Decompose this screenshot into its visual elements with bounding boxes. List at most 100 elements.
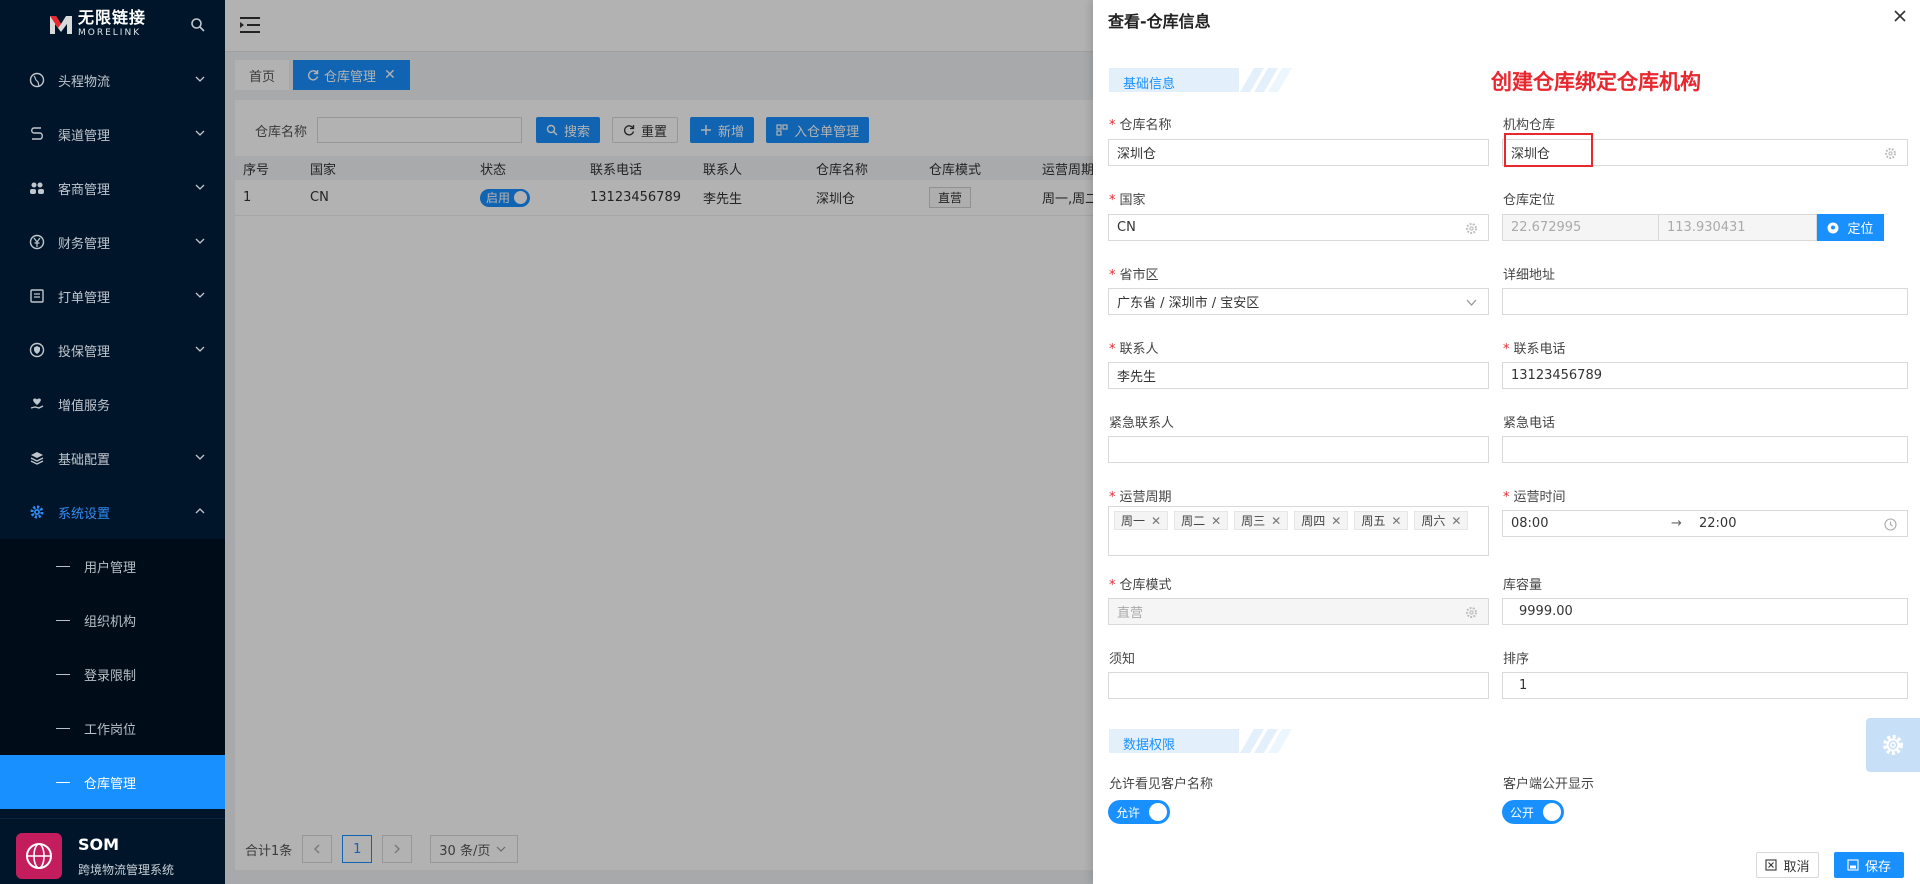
sidebar-item-label: 渠道管理 xyxy=(58,128,111,144)
contact-field[interactable]: 李先生 xyxy=(1108,362,1489,389)
logo-mark-icon xyxy=(50,16,72,34)
mode-label: * 仓库模式 xyxy=(1109,578,1172,593)
system-name: SOM xyxy=(78,835,120,854)
cancel-button[interactable]: 取消 xyxy=(1756,852,1819,878)
sidebar: 无限链接 MORELINK 头程物流 渠道管理 客商管理 财务管理 打单管理 投… xyxy=(0,0,225,884)
sidebar-subitem-warehouse-management[interactable]: 仓库管理 xyxy=(0,755,225,809)
sidebar-subitem-organization[interactable]: 组织机构 xyxy=(0,593,225,647)
cycle-label: * 运营周期 xyxy=(1109,490,1172,505)
system-subtitle: 跨境物流管理系统 xyxy=(78,863,175,877)
label-text: 联系人 xyxy=(1119,342,1159,357)
sidebar-item-label: 头程物流 xyxy=(58,74,111,90)
region-cascader[interactable]: 广东省 / 深圳市 / 宝安区 xyxy=(1108,288,1489,315)
emergency-contact-label: 紧急联系人 xyxy=(1109,416,1175,431)
close-icon[interactable]: ✕ xyxy=(1271,514,1281,528)
cycle-tag-label: 周四 xyxy=(1301,514,1326,528)
sort-label: 排序 xyxy=(1503,652,1530,667)
printer-icon xyxy=(28,287,46,305)
system-logo xyxy=(16,833,62,879)
hours-start: 08:00 xyxy=(1511,516,1549,531)
latitude-field: 22.672995 xyxy=(1502,214,1659,241)
notice-label: 须知 xyxy=(1109,652,1136,667)
system-settings-submenu: 用户管理 组织机构 登录限制 工作岗位 仓库管理 xyxy=(0,539,225,809)
sidebar-item-customer-management[interactable]: 客商管理 xyxy=(0,161,225,215)
label-text: 运营时间 xyxy=(1513,490,1566,505)
chevron-down-icon xyxy=(195,184,205,190)
close-icon[interactable]: ✕ xyxy=(1391,514,1401,528)
settings-icon[interactable] xyxy=(1884,147,1897,160)
brand-logo[interactable]: 无限链接 MORELINK xyxy=(0,0,225,50)
public-display-label: 客户端公开显示 xyxy=(1503,777,1595,792)
locate-button[interactable]: 定位 xyxy=(1817,214,1884,241)
shield-icon xyxy=(28,341,46,359)
heart-hand-icon xyxy=(28,395,46,413)
notice-field[interactable] xyxy=(1108,672,1489,699)
capacity-field[interactable]: 9999.00 xyxy=(1502,598,1908,625)
chevron-down-icon xyxy=(195,292,205,298)
close-icon[interactable]: ✕ xyxy=(1211,514,1221,528)
sort-field[interactable]: 1 xyxy=(1502,672,1908,699)
locate-button-label: 定位 xyxy=(1847,222,1874,237)
cycle-tag-label: 周六 xyxy=(1421,514,1446,528)
public-display-switch[interactable]: 公开 xyxy=(1502,800,1564,824)
chevron-down-icon xyxy=(195,76,205,82)
longitude-field: 113.930431 xyxy=(1658,214,1817,241)
settings-icon[interactable] xyxy=(1465,222,1478,235)
sidebar-item-value-added-services[interactable]: 增值服务 xyxy=(0,377,225,431)
sidebar-item-basic-config[interactable]: 基础配置 xyxy=(0,431,225,485)
operating-hours-range[interactable]: 08:00 → 22:00 xyxy=(1502,510,1908,537)
section-title: 数据权限 xyxy=(1123,738,1176,753)
emergency-contact-field[interactable] xyxy=(1108,436,1489,463)
users-icon xyxy=(28,179,46,197)
operating-cycle-select[interactable]: 周一 ✕ 周二 ✕ 周三 ✕ 周四 ✕ 周五 ✕ 周六 ✕ xyxy=(1108,506,1489,556)
sidebar-footer: SOM 跨境物流管理系统 xyxy=(0,818,225,884)
label-text: 联系电话 xyxy=(1513,342,1566,357)
sidebar-item-system-settings[interactable]: 系统设置 xyxy=(0,485,225,539)
sidebar-subitem-label: 仓库管理 xyxy=(84,776,137,792)
country-field[interactable]: CN xyxy=(1108,214,1489,241)
search-icon[interactable] xyxy=(190,17,206,33)
region-value: 广东省 / 深圳市 / 宝安区 xyxy=(1117,296,1260,311)
cycle-tag-label: 周三 xyxy=(1241,514,1266,528)
settings-float-button[interactable] xyxy=(1866,718,1920,772)
sidebar-item-channel-management[interactable]: 渠道管理 xyxy=(0,107,225,161)
cycle-tag: 周三 ✕ xyxy=(1234,511,1289,530)
sidebar-item-label: 客商管理 xyxy=(58,182,111,198)
close-icon[interactable] xyxy=(1893,9,1907,23)
sidebar-subitem-job-position[interactable]: 工作岗位 xyxy=(0,701,225,755)
sidebar-subitem-user-management[interactable]: 用户管理 xyxy=(0,539,225,593)
phone-field[interactable]: 13123456789 xyxy=(1502,362,1908,389)
sidebar-item-label-printing[interactable]: 打单管理 xyxy=(0,269,225,323)
sidebar-item-label: 增值服务 xyxy=(58,398,111,414)
warehouse-name-label: * 仓库名称 xyxy=(1109,118,1172,133)
brand-name-cn: 无限链接 xyxy=(78,8,147,27)
show-customer-switch[interactable]: 允许 xyxy=(1108,800,1170,824)
chevron-down-icon xyxy=(195,346,205,352)
chevron-down-icon xyxy=(195,454,205,460)
cycle-tag: 周六 ✕ xyxy=(1414,511,1469,530)
gear-icon xyxy=(1883,735,1903,755)
sidebar-item-first-leg-logistics[interactable]: 头程物流 xyxy=(0,53,225,107)
settings-icon xyxy=(1466,607,1477,618)
sidebar-item-label: 打单管理 xyxy=(58,290,111,306)
close-icon[interactable]: ✕ xyxy=(1331,514,1341,528)
save-button-label: 保存 xyxy=(1864,859,1891,875)
cycle-tag-label: 周五 xyxy=(1361,514,1386,528)
warehouse-name-field[interactable]: 深圳仓 xyxy=(1108,139,1489,166)
sidebar-item-insurance-management[interactable]: 投保管理 xyxy=(0,323,225,377)
show-customer-label: 允许看见客户名称 xyxy=(1109,777,1214,792)
switch-text: 公开 xyxy=(1510,805,1535,820)
cycle-tag: 周五 ✕ xyxy=(1354,511,1409,530)
sidebar-subitem-login-restriction[interactable]: 登录限制 xyxy=(0,647,225,701)
emergency-phone-label: 紧急电话 xyxy=(1503,416,1556,431)
hours-arrow: → xyxy=(1671,516,1682,531)
close-icon[interactable]: ✕ xyxy=(1151,514,1161,528)
address-field[interactable] xyxy=(1502,288,1908,315)
save-button[interactable]: 保存 xyxy=(1834,852,1904,878)
close-icon[interactable]: ✕ xyxy=(1451,514,1461,528)
cycle-tag: 周二 ✕ xyxy=(1174,511,1229,530)
modal-overlay[interactable] xyxy=(225,0,1093,884)
emergency-phone-field[interactable] xyxy=(1502,436,1908,463)
sidebar-item-finance-management[interactable]: 财务管理 xyxy=(0,215,225,269)
yen-icon xyxy=(28,233,46,251)
